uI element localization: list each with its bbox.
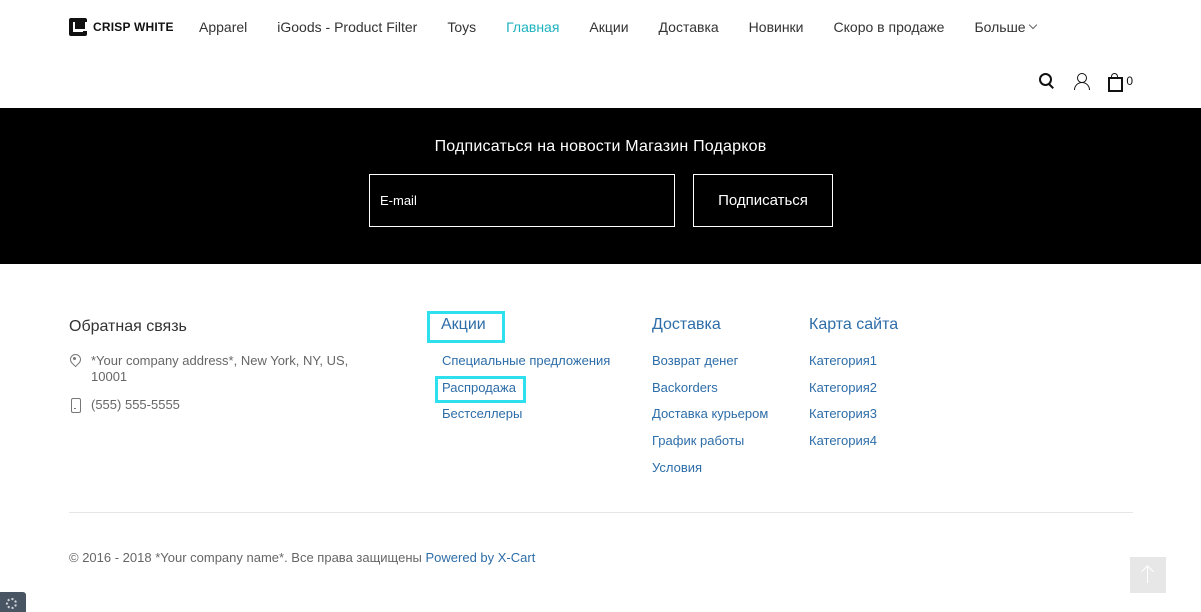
email-input[interactable] bbox=[369, 174, 675, 227]
footer-divider bbox=[69, 512, 1133, 513]
site-footer: Обратная связь *Your company address*, N… bbox=[0, 264, 1201, 612]
link-bestsellers[interactable]: Бестселлеры bbox=[442, 406, 522, 422]
link-special-offers[interactable]: Специальные предложения bbox=[442, 353, 610, 369]
link-refund[interactable]: Возврат денег bbox=[652, 353, 738, 369]
location-pin-icon bbox=[69, 353, 81, 369]
header-tools: 0 bbox=[1038, 72, 1133, 92]
settings-tab[interactable] bbox=[0, 592, 26, 612]
account-icon[interactable] bbox=[1072, 72, 1091, 90]
nav-item-promos[interactable]: Акции bbox=[589, 18, 628, 36]
cart-count[interactable]: 0 bbox=[1126, 74, 1133, 88]
nav-item-coming-soon[interactable]: Скоро в продаже bbox=[834, 18, 945, 36]
nav-item-home[interactable]: Главная bbox=[506, 18, 559, 36]
back-to-top-button[interactable] bbox=[1130, 557, 1166, 593]
gear-icon bbox=[6, 598, 17, 609]
contact-phone: (555) 555-5555 bbox=[69, 397, 180, 413]
link-category-1[interactable]: Категория1 bbox=[809, 353, 877, 369]
sitemap-title[interactable]: Карта сайта bbox=[809, 317, 898, 333]
powered-by-link[interactable]: Powered by X-Cart bbox=[426, 550, 536, 565]
link-backorders[interactable]: Backorders bbox=[652, 380, 718, 396]
phone-icon bbox=[69, 397, 81, 413]
logo[interactable]: CRISP WHITE bbox=[69, 18, 174, 36]
link-category-2[interactable]: Категория2 bbox=[809, 380, 877, 396]
contact-title: Обратная связь bbox=[69, 318, 187, 335]
chevron-down-icon bbox=[1028, 20, 1037, 30]
nav-item-delivery[interactable]: Доставка bbox=[659, 18, 719, 36]
cart-icon[interactable] bbox=[1106, 72, 1124, 92]
link-courier[interactable]: Доставка курьером bbox=[652, 406, 768, 422]
nav-more-label: Больше bbox=[974, 19, 1026, 35]
address-text: *Your company address*, New York, NY, US… bbox=[91, 353, 349, 384]
logo-text: CRISP WHITE bbox=[93, 20, 174, 34]
phone-text: (555) 555-5555 bbox=[91, 397, 180, 412]
copyright: © 2016 - 2018 *Your company name*. Все п… bbox=[69, 550, 535, 566]
newsletter-title: Подписаться на новости Магазин Подарков bbox=[434, 138, 767, 155]
nav-item-apparel[interactable]: Apparel bbox=[199, 18, 247, 36]
subscribe-button[interactable]: Подписаться bbox=[693, 174, 833, 227]
copyright-text: © 2016 - 2018 *Your company name*. Все п… bbox=[69, 550, 422, 565]
nav-item-toys[interactable]: Toys bbox=[447, 18, 476, 36]
site-header: CRISP WHITE Apparel iGoods - Product Fil… bbox=[0, 0, 1201, 108]
search-icon[interactable] bbox=[1038, 72, 1056, 90]
link-sale[interactable]: Распродажа bbox=[442, 380, 516, 396]
nav-more[interactable]: Больше bbox=[974, 18, 1037, 36]
nav-item-new[interactable]: Новинки bbox=[749, 18, 804, 36]
delivery-title[interactable]: Доставка bbox=[652, 317, 721, 333]
newsletter-band: Подписаться на новости Магазин Подарков … bbox=[0, 108, 1201, 264]
link-terms[interactable]: Условия bbox=[652, 460, 702, 476]
link-category-3[interactable]: Категория3 bbox=[809, 406, 877, 422]
link-category-4[interactable]: Категория4 bbox=[809, 433, 877, 449]
logo-icon bbox=[69, 18, 87, 36]
nav-item-igoods-product-filter[interactable]: iGoods - Product Filter bbox=[277, 18, 417, 36]
promos-title[interactable]: Акции bbox=[441, 317, 486, 333]
contact-address: *Your company address*, New York, NY, US… bbox=[69, 353, 369, 385]
main-nav: Apparel iGoods - Product Filter Toys Гла… bbox=[199, 18, 1066, 36]
link-schedule[interactable]: График работы bbox=[652, 433, 744, 449]
